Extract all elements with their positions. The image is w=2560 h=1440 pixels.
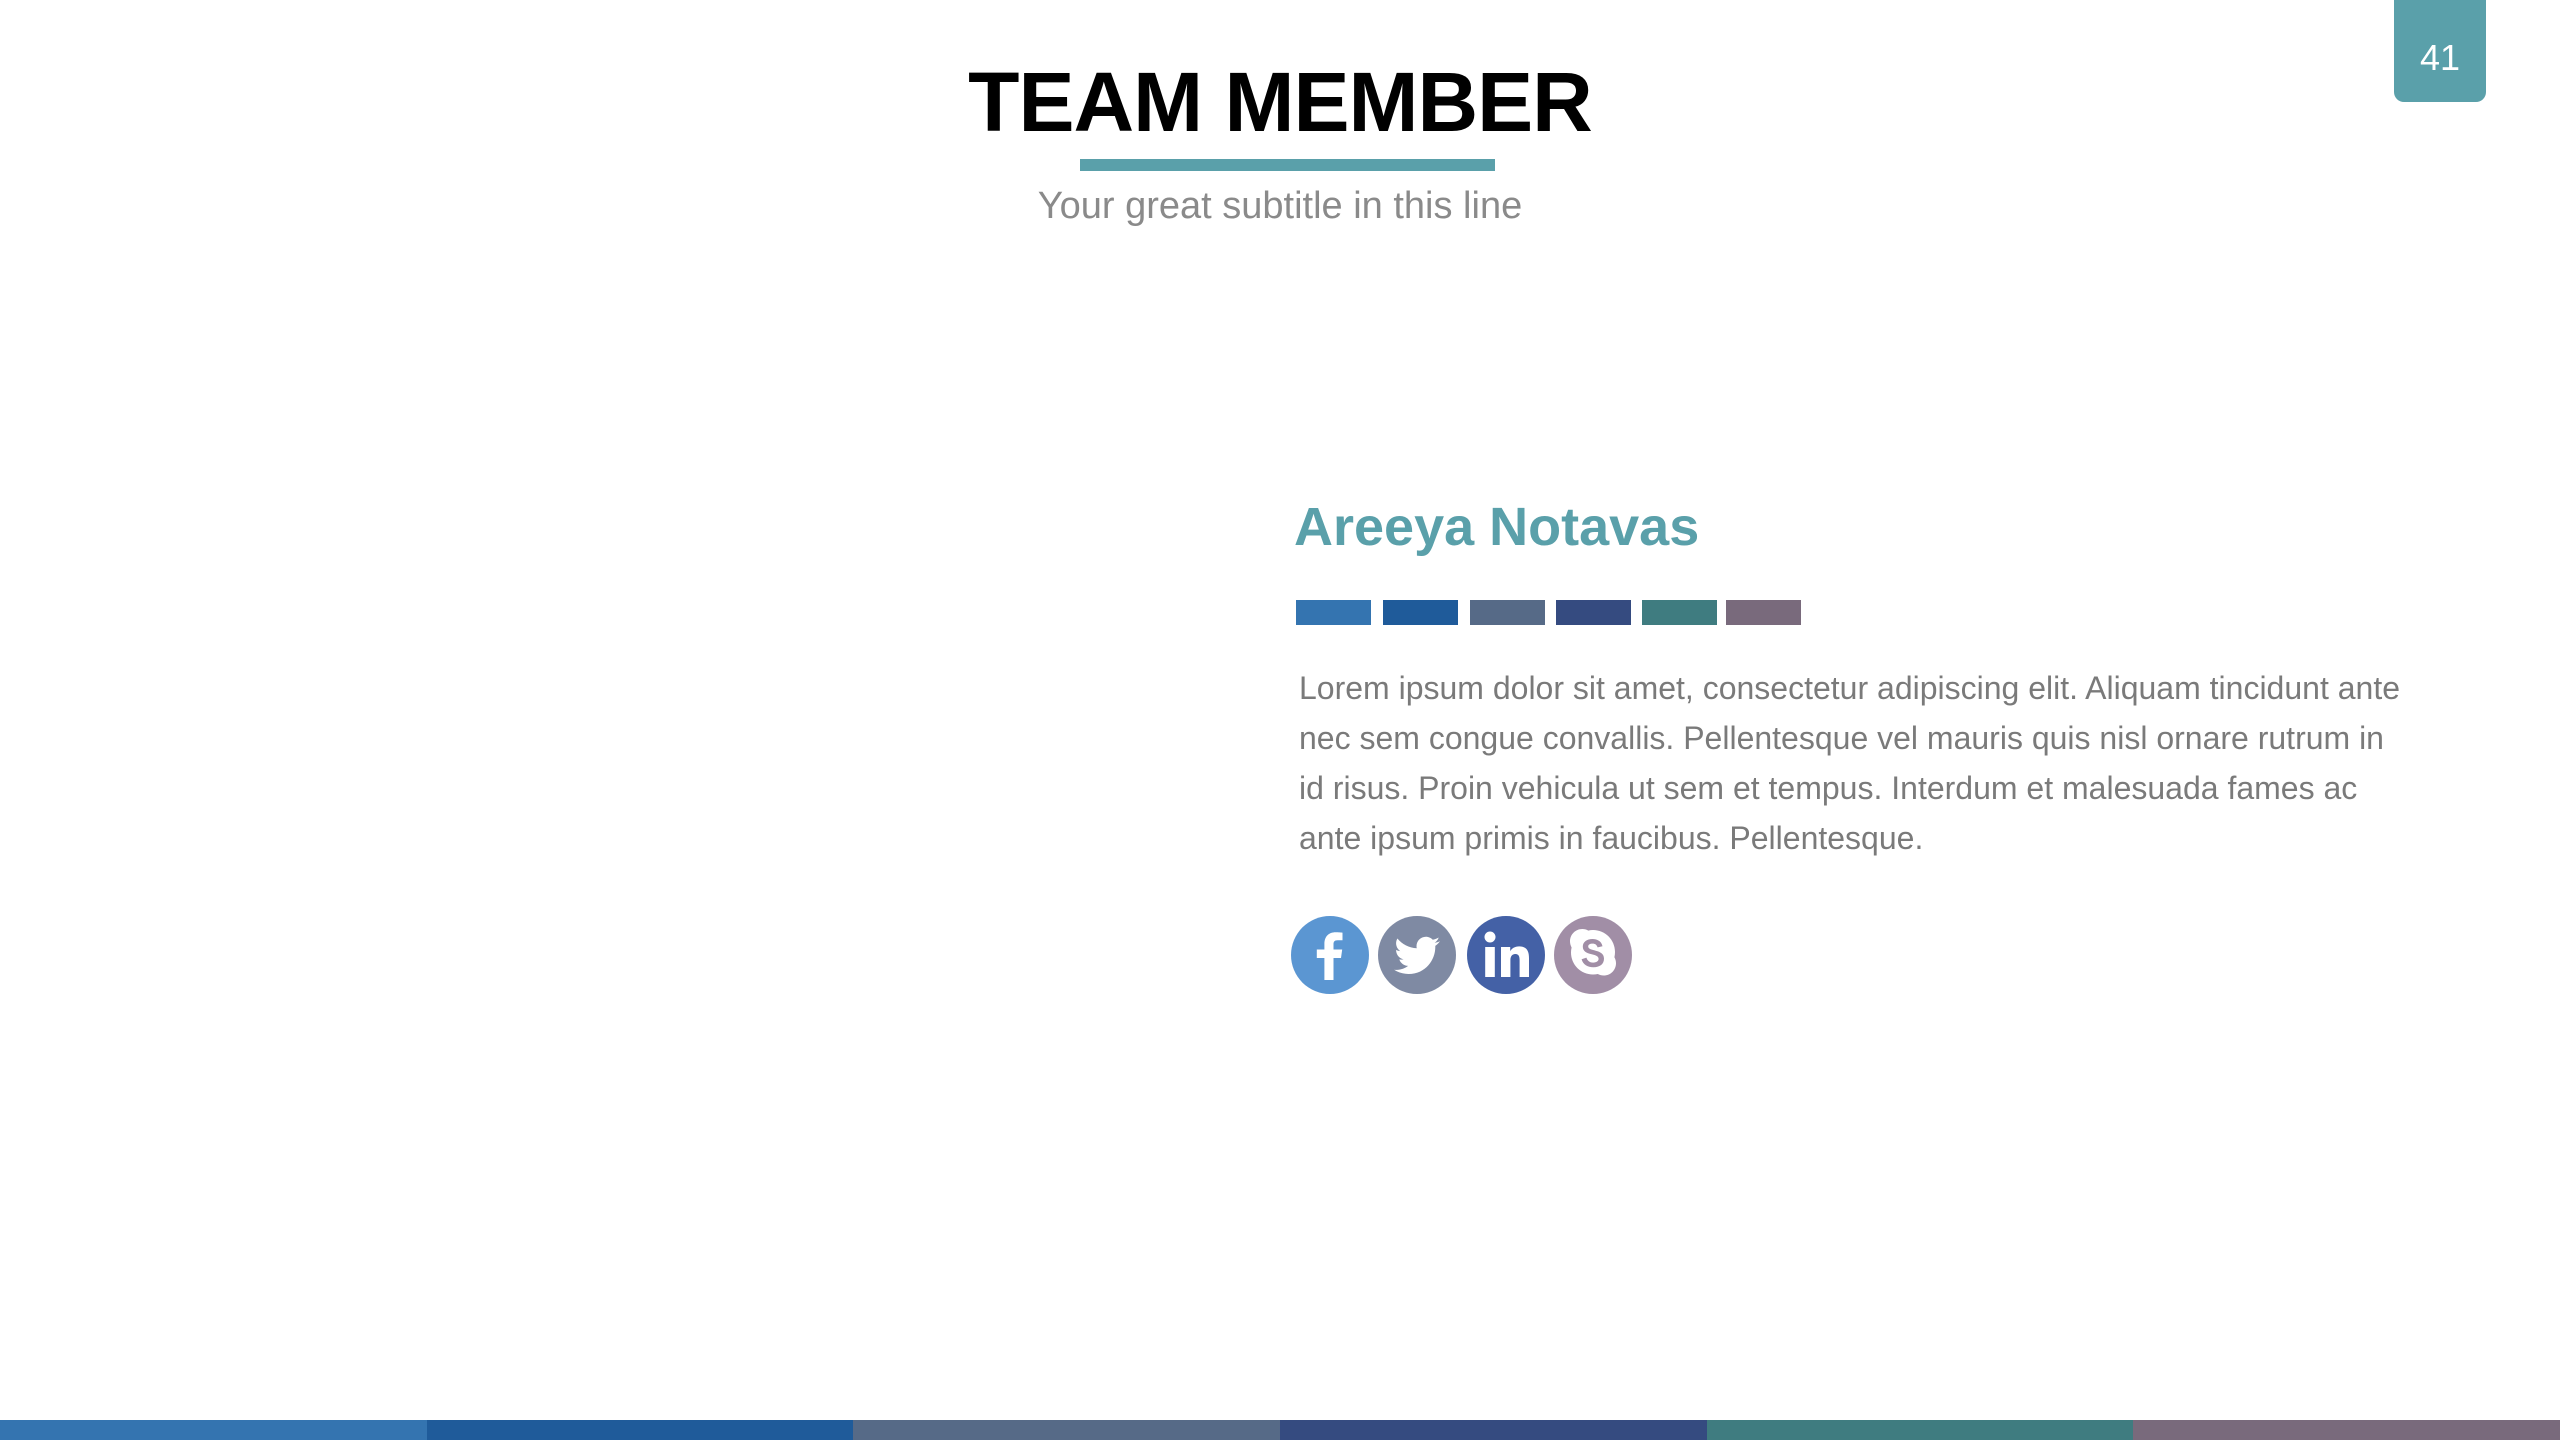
member-bio: Lorem ipsum dolor sit amet, consectetur … — [1299, 670, 2400, 856]
color-swatch — [1296, 600, 1371, 625]
color-bar-segment — [853, 1420, 1281, 1440]
member-name: Areeya Notavas — [1294, 497, 1700, 557]
bottom-color-bar — [0, 1420, 2560, 1440]
facebook-button[interactable] — [1291, 916, 1369, 994]
color-swatch — [1556, 600, 1631, 625]
twitter-button[interactable] — [1378, 916, 1456, 994]
linkedin-icon — [1484, 931, 1529, 977]
color-bar-segment — [1706, 1420, 2134, 1440]
skype-button[interactable] — [1554, 916, 1632, 994]
slide-title: TEAM MEMBER — [968, 55, 1593, 149]
color-bar-segment — [426, 1420, 854, 1440]
facebook-icon — [1316, 932, 1343, 980]
color-bar-segment — [2133, 1420, 2560, 1440]
color-bar-segment — [1280, 1420, 1707, 1440]
twitter-icon — [1394, 936, 1440, 974]
page-number-badge: 41 — [2394, 0, 2486, 102]
linkedin-button[interactable] — [1467, 916, 1545, 994]
title-underline — [1080, 159, 1495, 171]
color-swatch — [1642, 600, 1717, 625]
slide-subtitle: Your great subtitle in this line — [1037, 185, 1523, 227]
skype-icon — [1570, 929, 1616, 976]
color-bar-segment — [0, 1420, 427, 1440]
color-swatch — [1726, 600, 1801, 625]
color-swatch — [1470, 600, 1545, 625]
color-swatch — [1383, 600, 1458, 625]
